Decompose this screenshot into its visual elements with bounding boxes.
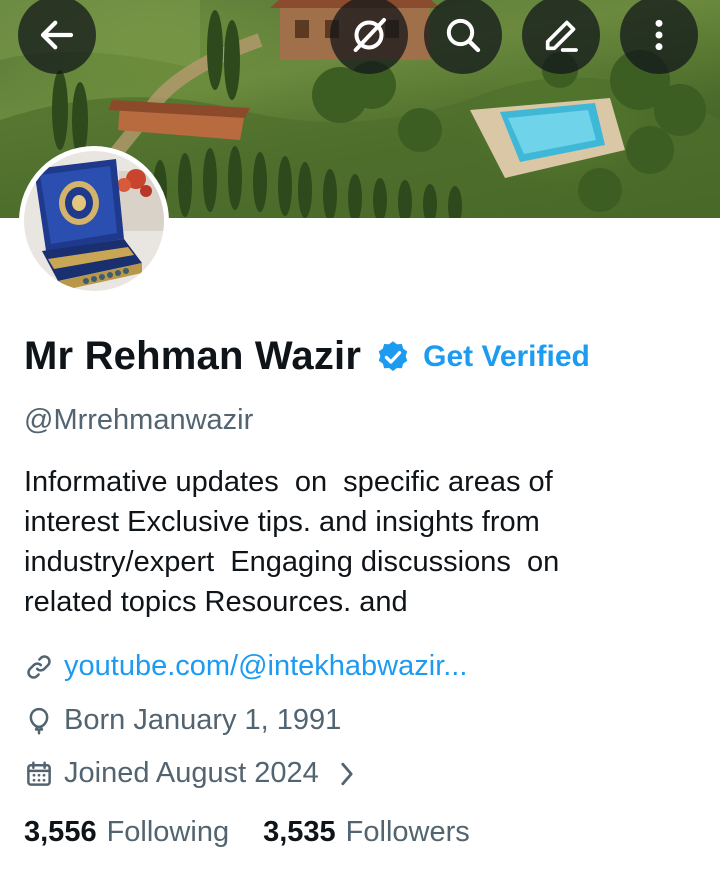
get-verified-button[interactable]: Get Verified [423,340,590,374]
grok-icon [353,18,386,52]
joined-text: Joined August 2024 [64,757,319,789]
following-stat[interactable]: 3,556 Following [24,816,229,849]
avatar-image [24,151,164,291]
followers-label: Followers [345,816,470,848]
verified-badge-icon[interactable] [375,339,411,375]
birthday-text: Born January 1, 1991 [64,704,342,736]
more-vertical-icon [655,19,663,51]
avatar[interactable] [19,146,169,296]
website-row: youtube.com/@intekhabwazir... [24,650,467,683]
chevron-right-icon[interactable] [337,760,357,788]
birthday-row: Born January 1, 1991 [24,704,341,737]
joined-row[interactable]: Joined August 2024 [24,757,357,790]
followers-stat[interactable]: 3,535 Followers [263,816,470,849]
display-name: Mr Rehman Wazir [24,334,362,378]
followers-count: 3,535 [263,816,336,848]
following-count: 3,556 [24,816,97,848]
profile-bio: Informative updates on specific areas of… [24,466,560,618]
calendar-icon [27,761,51,786]
following-label: Following [106,816,230,848]
profile-name-row: Mr Rehman Wazir Get Verified [24,334,590,379]
balloon-icon [29,707,49,734]
link-icon [27,654,51,679]
profile-handle: @Mrrehmanwazir [24,404,254,436]
arrow-left-icon [40,20,74,50]
pencil-icon [545,20,578,52]
website-link[interactable]: youtube.com/@intekhabwazir... [64,650,467,683]
follow-stats: 3,556 Following 3,535 Followers [24,816,470,849]
search-icon [446,18,481,53]
